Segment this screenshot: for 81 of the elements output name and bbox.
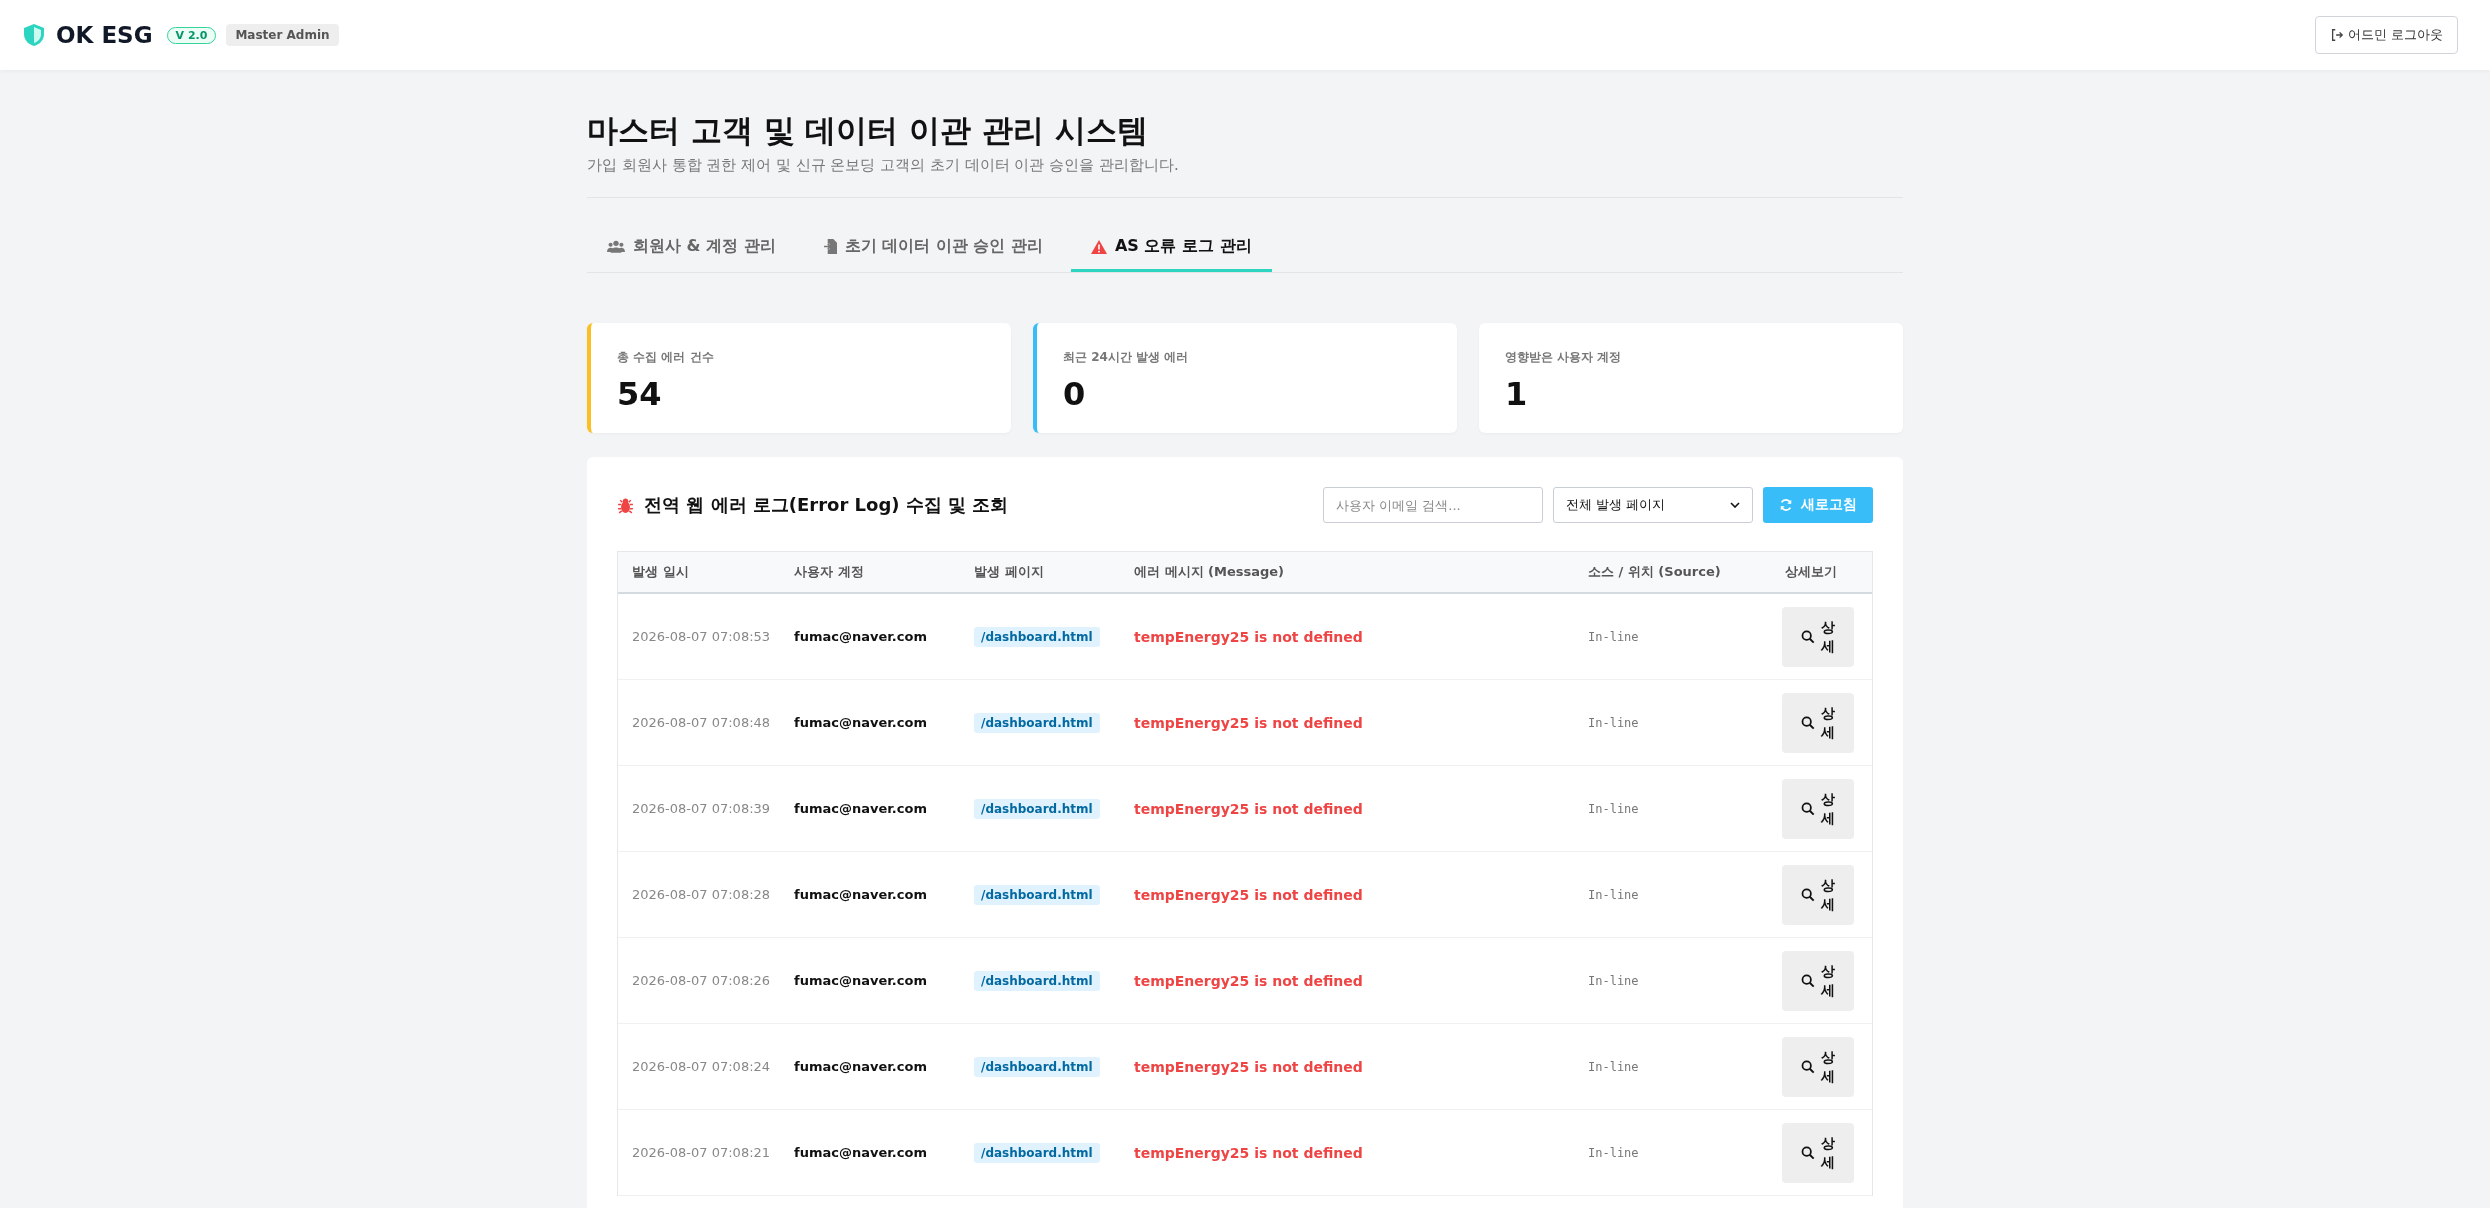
table-cell-text: fumac@naver.com xyxy=(793,1145,928,1160)
tab[interactable]: AS 오류 로그 관리 xyxy=(1070,236,1272,272)
column-header: 상세보기 xyxy=(1784,563,1838,581)
page-tag: /dashboard.html xyxy=(974,971,1100,991)
table-cell-text: In-line xyxy=(1587,715,1640,730)
search-icon xyxy=(1801,801,1815,816)
search-icon xyxy=(1801,629,1815,644)
table-cell-text: fumac@naver.com xyxy=(793,1059,928,1074)
detail-button[interactable]: 상세 xyxy=(1782,1036,1854,1097)
table-cell-text: In-line xyxy=(1587,973,1640,988)
stat-value: 0 xyxy=(1063,378,1087,410)
page-subtitle: 가입 회원사 통합 권한 제어 및 신규 온보딩 고객의 초기 데이터 이관 승인을 관리합니다. xyxy=(587,156,1180,175)
table-cell-text: 2026-08-07 07:08:21 xyxy=(631,1145,772,1160)
page-tag: /dashboard.html xyxy=(974,885,1100,905)
shield-logo-icon xyxy=(22,22,46,48)
table-cell-text: 2026-08-07 07:08:28 xyxy=(631,887,772,902)
detail-button[interactable]: 상세 xyxy=(1782,692,1854,753)
table-cell-text: fumac@naver.com xyxy=(793,801,928,816)
stat-label: 최근 24시간 발생 에러 xyxy=(1063,349,1190,366)
table-cell-text: 2026-08-07 07:08:26 xyxy=(631,973,772,988)
detail-button[interactable]: 상세 xyxy=(1782,864,1854,925)
table-cell-text: tempEnergy25 is not defined xyxy=(1133,1058,1364,1075)
logout-icon xyxy=(2329,28,2344,42)
table-cell-text: fumac@naver.com xyxy=(793,715,928,730)
detail-button[interactable]: 상세 xyxy=(1782,1122,1854,1183)
table-cell-text: fumac@naver.com xyxy=(793,629,928,644)
table-cell-text: 2026-08-07 07:08:24 xyxy=(631,1059,772,1074)
table-cell-text: 2026-08-07 07:08:39 xyxy=(631,801,772,816)
stat-label: 영향받은 사용자 계정 xyxy=(1505,349,1623,366)
column-header: 에러 메시지 (Message) xyxy=(1133,563,1286,581)
chevron-down-icon xyxy=(1730,502,1740,508)
column-header: 발생 일시 xyxy=(631,563,690,581)
detail-button[interactable]: 상세 xyxy=(1782,778,1854,839)
panel-title: 전역 웹 에러 로그(Error Log) 수집 및 조회 xyxy=(644,493,1009,517)
refresh-icon xyxy=(1779,498,1793,512)
table-cell-text: tempEnergy25 is not defined xyxy=(1133,972,1364,989)
column-header: 사용자 계정 xyxy=(793,563,865,581)
page-title: 마스터 고객 및 데이터 이관 관리 시스템 xyxy=(587,111,1149,150)
brand-name: OK ESG xyxy=(56,22,153,48)
page-filter-dropdown[interactable]: 전체 발생 페이지 xyxy=(1553,487,1753,523)
tab[interactable]: 회원사 & 계정 관리 xyxy=(587,236,796,272)
role-badge: Master Admin xyxy=(226,24,339,46)
page-tag: /dashboard.html xyxy=(974,713,1100,733)
page-tag: /dashboard.html xyxy=(974,799,1100,819)
table-cell-text: tempEnergy25 is not defined xyxy=(1133,628,1364,645)
table-cell-text: In-line xyxy=(1587,629,1640,644)
stat-label: 총 수집 에러 건수 xyxy=(617,349,715,366)
bug-icon xyxy=(617,496,634,514)
table-cell-text: tempEnergy25 is not defined xyxy=(1133,800,1364,817)
column-header: 소스 / 위치 (Source) xyxy=(1587,563,1722,581)
page-tag: /dashboard.html xyxy=(974,1057,1100,1077)
table-cell-text: In-line xyxy=(1587,801,1640,816)
users-icon xyxy=(607,240,625,253)
page-tag: /dashboard.html xyxy=(974,1143,1100,1163)
file-arrow-icon xyxy=(823,239,837,254)
detail-button[interactable]: 상세 xyxy=(1782,950,1854,1011)
table-cell-text: In-line xyxy=(1587,887,1640,902)
tab[interactable]: 초기 데이터 이관 승인 관리 xyxy=(803,236,1063,272)
detail-button[interactable]: 상세 xyxy=(1782,606,1854,667)
search-icon xyxy=(1801,973,1815,988)
table-cell-text: fumac@naver.com xyxy=(793,887,928,902)
table-cell-text: In-line xyxy=(1587,1145,1640,1160)
version-badge: V 2.0 xyxy=(166,26,217,44)
stat-value: 1 xyxy=(1505,378,1529,410)
column-header: 발생 페이지 xyxy=(973,563,1045,581)
warning-icon xyxy=(1090,239,1107,254)
email-search-field[interactable]: 사용자 이메일 검색... xyxy=(1323,487,1543,523)
table-cell-text: tempEnergy25 is not defined xyxy=(1133,1144,1364,1161)
search-icon xyxy=(1801,887,1815,902)
stat-value: 54 xyxy=(617,378,663,410)
table-cell-text: tempEnergy25 is not defined xyxy=(1133,714,1364,731)
table-cell-text: 2026-08-07 07:08:48 xyxy=(631,715,772,730)
table-cell-text: tempEnergy25 is not defined xyxy=(1133,886,1364,903)
table-cell-text: In-line xyxy=(1587,1059,1640,1074)
search-icon xyxy=(1801,1059,1815,1074)
logout-button[interactable]: 어드민 로그아웃 xyxy=(2314,16,2458,54)
search-icon xyxy=(1801,1145,1815,1160)
page-tag: /dashboard.html xyxy=(974,627,1100,647)
search-icon xyxy=(1801,715,1815,730)
table-cell-text: 2026-08-07 07:08:53 xyxy=(631,629,772,644)
table-cell-text: fumac@naver.com xyxy=(793,973,928,988)
